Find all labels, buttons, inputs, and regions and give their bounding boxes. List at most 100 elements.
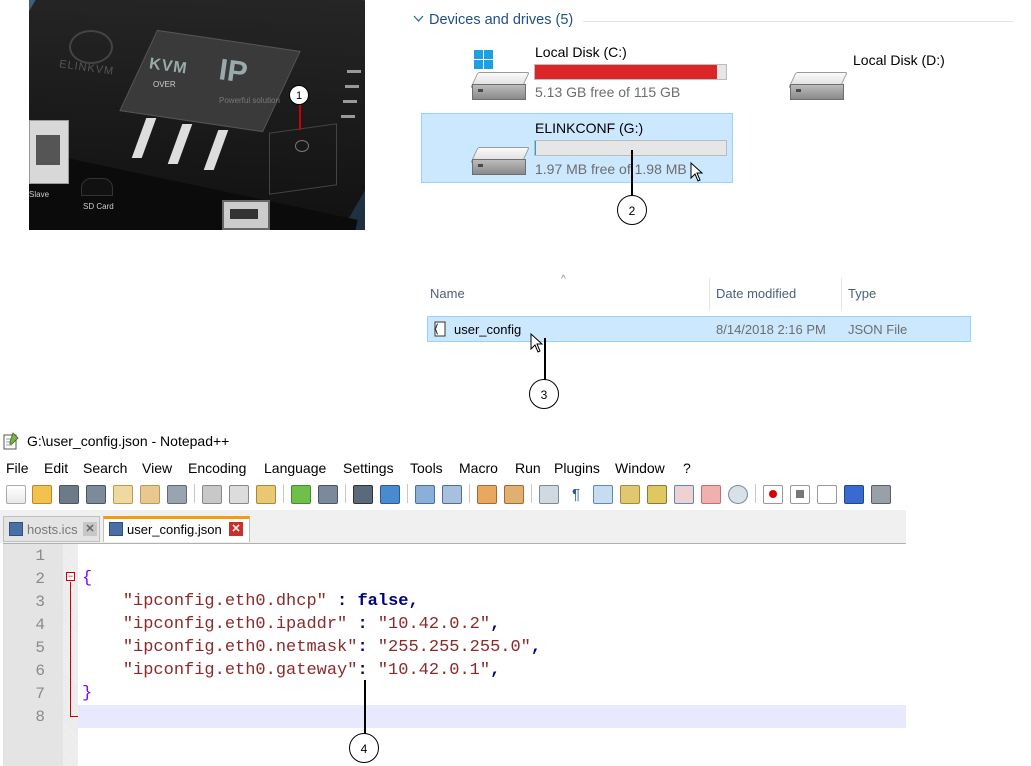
- close-icon[interactable]: ✕: [83, 522, 97, 536]
- word-wrap-icon[interactable]: [539, 485, 559, 504]
- function-list-icon[interactable]: [674, 485, 694, 504]
- chevron-down-icon[interactable]: [413, 12, 424, 27]
- device-logo-icon: [69, 30, 113, 64]
- zoom-in-icon[interactable]: [415, 485, 435, 504]
- sync-horizontal-icon[interactable]: [504, 485, 524, 504]
- column-date-modified[interactable]: Date modified: [716, 286, 796, 301]
- column-divider[interactable]: [709, 278, 710, 310]
- fold-toggle-icon[interactable]: −: [66, 572, 75, 581]
- menu-tools[interactable]: Tools: [410, 460, 443, 476]
- drive-d[interactable]: Local Disk (D:): [788, 50, 990, 100]
- copy-icon[interactable]: [229, 485, 249, 504]
- line-number: 2: [35, 570, 45, 588]
- close-all-icon[interactable]: [140, 485, 160, 504]
- file-tab-icon: [9, 522, 23, 536]
- code-open-brace: {: [82, 569, 93, 588]
- close-icon[interactable]: ✕: [229, 522, 243, 536]
- file-list-header: ^ Name Date modified Type: [425, 274, 985, 310]
- cut-icon[interactable]: [202, 485, 222, 504]
- notepad-tab-bar: hosts.ics ✕ user_config.json ✕: [0, 510, 906, 543]
- button-panel: [269, 123, 337, 195]
- folder-workspace-icon[interactable]: [701, 485, 721, 504]
- menu-run[interactable]: Run: [515, 460, 541, 476]
- json-file-icon: [433, 321, 446, 337]
- toolbar-separator: [283, 484, 284, 503]
- code-line: "ipconfig.eth0.gateway": "10.42.0.1",: [82, 661, 500, 680]
- notepad-plus-plus-icon: [3, 432, 19, 450]
- device-slogan: Powerful solution: [219, 96, 280, 105]
- menu-settings[interactable]: Settings: [343, 460, 394, 476]
- play-macro-icon[interactable]: [817, 485, 837, 504]
- drive-c[interactable]: Local Disk (C:) 5.13 GB free of 115 GB: [470, 42, 740, 102]
- column-divider[interactable]: [841, 278, 842, 310]
- code-editor[interactable]: 1 2 3 4 5 6 7 8 − { "ipconfig.eth0.dhcp"…: [3, 543, 906, 766]
- file-row-user-config[interactable]: user_config 8/14/2018 2:16 PM JSON File: [427, 316, 971, 342]
- menu-file[interactable]: File: [6, 460, 29, 476]
- tab-user-config-json[interactable]: user_config.json ✕: [103, 516, 250, 542]
- menu-window[interactable]: Window: [615, 460, 665, 476]
- toolbar-separator: [755, 484, 756, 503]
- json-comma: ,: [530, 638, 542, 657]
- record-macro-icon[interactable]: [763, 485, 783, 504]
- print-icon[interactable]: [167, 485, 187, 504]
- menu-edit[interactable]: Edit: [44, 460, 68, 476]
- drive-g[interactable]: ELINKCONF (G:) 1.97 MB free of 1.98 MB: [421, 113, 733, 183]
- sync-vertical-icon[interactable]: [477, 485, 497, 504]
- devices-section-title: Devices and drives (5): [429, 12, 574, 28]
- json-comma: ,: [490, 661, 501, 680]
- toolbar-separator: [345, 484, 346, 503]
- json-key: "ipconfig.eth0.gateway": [122, 661, 358, 680]
- side-vent: [347, 70, 361, 73]
- window-title: G:\user_config.json - Notepad++: [27, 433, 230, 449]
- menu-help[interactable]: ?: [683, 460, 691, 476]
- new-file-icon[interactable]: [6, 485, 26, 504]
- close-file-icon[interactable]: [113, 485, 133, 504]
- menu-view[interactable]: View: [142, 460, 172, 476]
- callout-leader: [299, 104, 301, 130]
- stop-macro-icon[interactable]: [790, 485, 810, 504]
- column-name[interactable]: Name: [430, 286, 465, 301]
- show-all-chars-icon[interactable]: ¶: [566, 485, 586, 504]
- usb-port: [222, 200, 270, 230]
- menu-language[interactable]: Language: [264, 460, 326, 476]
- save-icon[interactable]: [59, 485, 79, 504]
- mouse-cursor-icon: [530, 333, 544, 353]
- sort-ascending-icon: ^: [561, 274, 566, 285]
- menu-macro[interactable]: Macro: [459, 460, 498, 476]
- menu-encoding[interactable]: Encoding: [188, 460, 246, 476]
- drive-name: ELINKCONF (G:): [535, 120, 644, 136]
- devices-section-header[interactable]: Devices and drives (5): [413, 12, 1013, 30]
- redo-icon[interactable]: [318, 485, 338, 504]
- indent-guide-icon[interactable]: [593, 485, 613, 504]
- find-icon[interactable]: [353, 485, 373, 504]
- json-key: "ipconfig.eth0.dhcp": [122, 592, 327, 611]
- menu-plugins[interactable]: Plugins: [554, 460, 600, 476]
- hard-drive-icon: [788, 72, 848, 100]
- current-line-highlight: [78, 705, 906, 728]
- menu-search[interactable]: Search: [83, 460, 127, 476]
- json-separator: :: [357, 661, 378, 680]
- drive-usage-bar: [534, 64, 727, 80]
- user-language-icon[interactable]: [620, 485, 640, 504]
- tab-label: user_config.json: [127, 522, 222, 537]
- doc-map-icon[interactable]: [647, 485, 667, 504]
- file-tab-icon: [109, 522, 123, 536]
- toolbar-separator: [469, 484, 470, 503]
- replace-icon[interactable]: [380, 485, 400, 504]
- run-macro-multiple-icon[interactable]: [844, 485, 864, 504]
- undo-icon[interactable]: [291, 485, 311, 504]
- tab-hosts-ics[interactable]: hosts.ics ✕: [3, 516, 100, 542]
- open-file-icon[interactable]: [32, 485, 52, 504]
- monitoring-icon[interactable]: [728, 485, 748, 504]
- file-date: 8/14/2018 2:16 PM: [716, 322, 826, 337]
- save-all-icon[interactable]: [86, 485, 106, 504]
- notepad-toolbar: ¶: [0, 482, 906, 506]
- column-type[interactable]: Type: [848, 286, 876, 301]
- paste-icon[interactable]: [256, 485, 276, 504]
- sd-card-slot: [81, 178, 113, 196]
- zoom-out-icon[interactable]: [442, 485, 462, 504]
- save-macro-icon[interactable]: [871, 485, 891, 504]
- ethernet-port: [29, 120, 69, 184]
- fold-guide-end: [70, 716, 78, 717]
- json-comma: ,: [490, 615, 501, 634]
